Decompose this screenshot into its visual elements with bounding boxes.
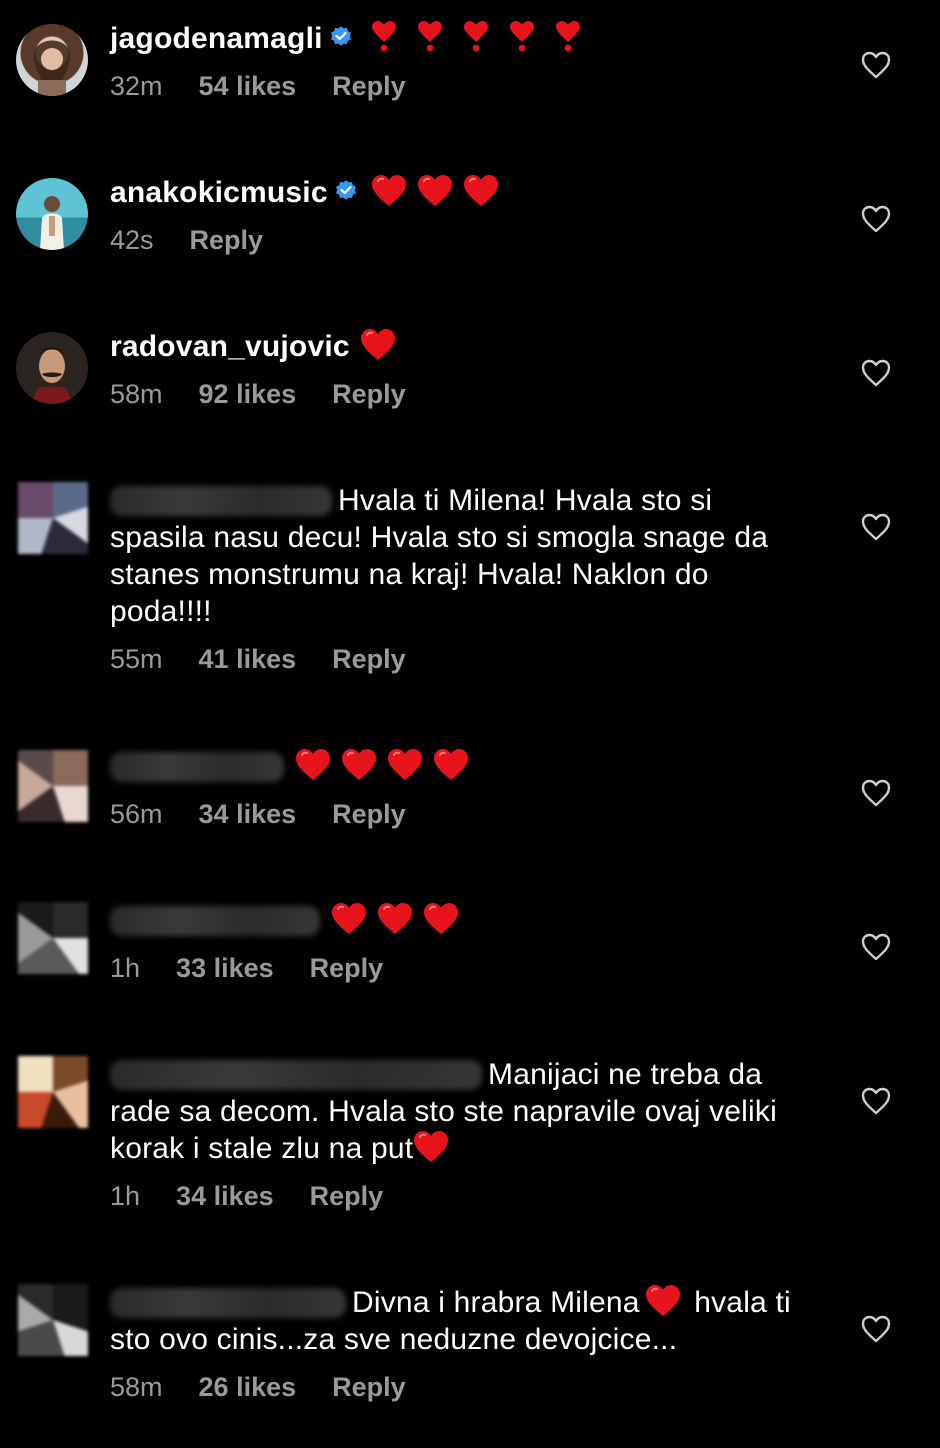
comment-time: 58m <box>110 1372 163 1402</box>
likes-count[interactable]: 54 likes <box>199 71 297 101</box>
comment-username[interactable]: radovan_vujovic <box>110 330 350 363</box>
red-heart-emoji <box>377 902 413 936</box>
comment-username[interactable]: anakokicmusic <box>110 176 328 209</box>
comment-time: 56m <box>110 799 163 829</box>
blurred-username <box>110 1060 482 1090</box>
blurred-username <box>110 752 284 782</box>
like-heart-icon[interactable] <box>860 1314 892 1344</box>
reply-button[interactable]: Reply <box>332 379 406 409</box>
heart-exclamation-emoji <box>553 20 583 52</box>
red-heart-emoji <box>417 174 453 208</box>
likes-count[interactable]: 92 likes <box>199 379 297 409</box>
reply-button[interactable]: Reply <box>332 644 406 674</box>
red-heart-emoji <box>341 748 377 782</box>
blurred-username <box>110 486 332 516</box>
blurred-username <box>110 1288 346 1318</box>
likes-count[interactable]: 34 likes <box>199 799 297 829</box>
avatar[interactable] <box>16 178 88 250</box>
red-heart-emoji <box>413 1130 449 1164</box>
reply-button[interactable]: Reply <box>332 799 406 829</box>
avatar[interactable] <box>18 1284 88 1356</box>
likes-count[interactable]: 34 likes <box>176 1181 274 1211</box>
like-heart-icon[interactable] <box>860 50 892 80</box>
avatar[interactable] <box>16 24 88 96</box>
avatar[interactable] <box>18 750 88 822</box>
heart-exclamation-emoji <box>461 20 491 52</box>
avatar[interactable] <box>18 482 88 554</box>
red-heart-emoji <box>371 174 407 208</box>
like-heart-icon[interactable] <box>860 358 892 388</box>
avatar[interactable] <box>18 902 88 974</box>
red-heart-emoji <box>295 748 331 782</box>
comment-time: 1h <box>110 1181 141 1211</box>
avatar[interactable] <box>18 1056 88 1128</box>
red-heart-emoji <box>423 902 459 936</box>
verified-badge-icon <box>334 178 358 202</box>
avatar[interactable] <box>16 332 88 404</box>
reply-button[interactable]: Reply <box>310 1181 384 1211</box>
comment-time: 58m <box>110 379 163 409</box>
like-heart-icon[interactable] <box>860 512 892 542</box>
red-heart-emoji <box>463 174 499 208</box>
comment-text: Divna i hrabra Milena <box>352 1286 640 1319</box>
likes-count[interactable]: 41 likes <box>199 644 297 674</box>
comment-time: 42s <box>110 225 154 255</box>
reply-button[interactable]: Reply <box>332 71 406 101</box>
like-heart-icon[interactable] <box>860 204 892 234</box>
red-heart-emoji <box>433 748 469 782</box>
verified-badge-icon <box>329 24 353 48</box>
blurred-username <box>110 906 320 936</box>
reply-button[interactable]: Reply <box>310 953 384 983</box>
red-heart-emoji <box>331 902 367 936</box>
reply-button[interactable]: Reply <box>190 225 264 255</box>
reply-button[interactable]: Reply <box>332 1372 406 1402</box>
like-heart-icon[interactable] <box>860 1086 892 1116</box>
comment-time: 55m <box>110 644 163 674</box>
heart-exclamation-emoji <box>507 20 537 52</box>
red-heart-emoji <box>645 1284 681 1318</box>
comment-time: 32m <box>110 71 163 101</box>
comment-username[interactable]: jagodenamagli <box>110 22 323 55</box>
comment-time: 1h <box>110 953 141 983</box>
heart-exclamation-emoji <box>415 20 445 52</box>
red-heart-emoji <box>360 328 396 362</box>
like-heart-icon[interactable] <box>860 932 892 962</box>
like-heart-icon[interactable] <box>860 778 892 808</box>
likes-count[interactable]: 33 likes <box>176 953 274 983</box>
heart-exclamation-emoji <box>369 20 399 52</box>
red-heart-emoji <box>387 748 423 782</box>
likes-count[interactable]: 26 likes <box>199 1372 297 1402</box>
